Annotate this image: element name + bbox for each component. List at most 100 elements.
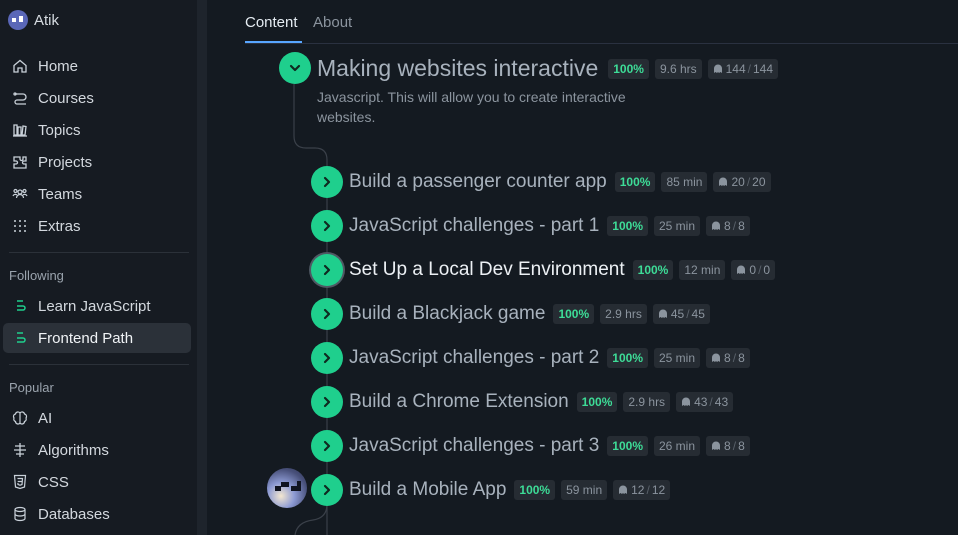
teacher-avatar bbox=[267, 468, 307, 508]
css-icon bbox=[12, 474, 28, 490]
nav-item-label: Home bbox=[38, 57, 79, 75]
main-content: Content About Making websites interactiv… bbox=[207, 0, 958, 535]
lessons-count-badge: 45/45 bbox=[652, 304, 710, 324]
nav-item-courses[interactable]: Courses bbox=[3, 83, 191, 113]
lesson-title[interactable]: JavaScript challenges - part 2 bbox=[349, 347, 599, 369]
lesson-title[interactable]: Set Up a Local Dev Environment bbox=[349, 259, 625, 281]
popular-item-databases[interactable]: Databases bbox=[3, 499, 191, 529]
lessons-count-badge: 20/20 bbox=[713, 172, 771, 192]
ghost-icon bbox=[712, 441, 721, 450]
nav-item-label: Extras bbox=[38, 217, 81, 235]
popular-item-algorithms[interactable]: Algorithms bbox=[3, 435, 191, 465]
sidebar: Atik Home Courses Topics Projects Teams … bbox=[0, 0, 197, 535]
following-item-learn-javascript[interactable]: Learn JavaScript bbox=[3, 291, 191, 321]
topics-icon bbox=[12, 122, 28, 138]
nav-item-extras[interactable]: Extras bbox=[3, 211, 191, 241]
popular-label: Popular bbox=[9, 380, 54, 395]
lesson-expand-button[interactable] bbox=[311, 474, 343, 506]
lesson-row-current: Set Up a Local Dev Environment 100% 12 m… bbox=[349, 256, 776, 284]
nav-item-label: AI bbox=[38, 409, 53, 427]
lesson-row: Build a Chrome Extension 100% 2.9 hrs 43… bbox=[349, 388, 734, 416]
user-avatar bbox=[8, 10, 28, 30]
ghost-icon bbox=[658, 309, 667, 318]
nav-item-label: Projects bbox=[38, 153, 93, 171]
ghost-icon bbox=[713, 64, 722, 73]
lesson-title[interactable]: Build a passenger counter app bbox=[349, 171, 607, 193]
nav-item-projects[interactable]: Projects bbox=[3, 147, 191, 177]
nav-item-teams[interactable]: Teams bbox=[3, 179, 191, 209]
chevron-right-icon bbox=[323, 440, 331, 452]
path-icon bbox=[12, 298, 28, 314]
database-icon bbox=[12, 506, 28, 522]
brain-icon bbox=[12, 410, 28, 426]
main-nav: Home Courses Topics Projects Teams Extra… bbox=[3, 51, 191, 243]
duration-badge: 9.6 hrs bbox=[654, 58, 702, 79]
nav-item-label: Courses bbox=[38, 89, 94, 107]
projects-icon bbox=[12, 154, 28, 170]
lessons-count-badge: 12/12 bbox=[613, 480, 671, 500]
ghost-icon bbox=[682, 397, 691, 406]
progress-badge: 100% bbox=[614, 172, 656, 192]
nav-item-label: Algorithms bbox=[38, 441, 109, 459]
path-icon bbox=[12, 330, 28, 346]
popular-item-css[interactable]: CSS bbox=[3, 467, 191, 497]
algorithms-icon bbox=[12, 442, 28, 458]
teams-icon bbox=[12, 186, 28, 202]
lesson-row: JavaScript challenges - part 1 100% 25 m… bbox=[349, 212, 750, 240]
user-menu[interactable]: Atik bbox=[8, 9, 59, 31]
chevron-right-icon bbox=[323, 396, 331, 408]
lessons-count-badge: 43/43 bbox=[676, 392, 734, 412]
lesson-row: JavaScript challenges - part 2 100% 25 m… bbox=[349, 344, 750, 372]
nav-item-topics[interactable]: Topics bbox=[3, 115, 191, 145]
extras-icon bbox=[12, 218, 28, 234]
lesson-expand-button[interactable] bbox=[311, 166, 343, 198]
nav-item-label: Frontend Path bbox=[38, 329, 134, 347]
nav-item-label: CSS bbox=[38, 473, 69, 491]
nav-item-label: Teams bbox=[38, 185, 83, 203]
ghost-icon bbox=[712, 221, 721, 230]
progress-badge: 100% bbox=[514, 480, 556, 500]
chevron-down-icon bbox=[289, 64, 301, 72]
popular-item-ai[interactable]: AI bbox=[3, 403, 191, 433]
lesson-title[interactable]: Build a Blackjack game bbox=[349, 303, 545, 325]
lessons-count-badge: 8/8 bbox=[706, 348, 750, 368]
lesson-expand-button[interactable] bbox=[311, 298, 343, 330]
module-description: Javascript. This will allow you to creat… bbox=[317, 89, 626, 125]
duration-badge: 59 min bbox=[561, 480, 608, 500]
nav-item-label: Databases bbox=[38, 505, 110, 523]
ghost-icon bbox=[712, 353, 721, 362]
lessons-count-badge: 8/8 bbox=[706, 216, 750, 236]
lessons-count-badge: 8/8 bbox=[706, 436, 750, 456]
sidebar-divider bbox=[9, 364, 189, 365]
lessons-count-badge: 0/0 bbox=[731, 260, 776, 280]
chevron-right-icon bbox=[323, 220, 331, 232]
ghost-icon bbox=[719, 177, 728, 186]
popular-nav: AI Algorithms CSS Databases bbox=[3, 403, 191, 531]
progress-badge: 100% bbox=[608, 58, 649, 79]
lesson-expand-button[interactable] bbox=[311, 386, 343, 418]
following-item-frontend-path[interactable]: Frontend Path bbox=[3, 323, 191, 353]
nav-item-home[interactable]: Home bbox=[3, 51, 191, 81]
lesson-expand-button[interactable] bbox=[311, 254, 343, 286]
lesson-title[interactable]: Build a Mobile App bbox=[349, 479, 506, 501]
sidebar-divider bbox=[9, 252, 189, 253]
lesson-row: Build a Blackjack game 100% 2.9 hrs 45/4… bbox=[349, 300, 710, 328]
home-icon bbox=[12, 58, 28, 74]
progress-badge: 100% bbox=[632, 260, 674, 280]
lesson-expand-button[interactable] bbox=[311, 210, 343, 242]
module-title: Making websites interactive bbox=[317, 55, 599, 81]
lesson-expand-button[interactable] bbox=[311, 430, 343, 462]
module-collapse-toggle[interactable] bbox=[279, 52, 311, 84]
duration-badge: 2.9 hrs bbox=[623, 392, 671, 412]
lesson-title[interactable]: JavaScript challenges - part 1 bbox=[349, 215, 599, 237]
chevron-right-icon bbox=[323, 484, 331, 496]
duration-badge: 25 min bbox=[654, 216, 701, 236]
duration-badge: 85 min bbox=[661, 172, 708, 192]
lesson-title[interactable]: JavaScript challenges - part 3 bbox=[349, 435, 599, 457]
lesson-title[interactable]: Build a Chrome Extension bbox=[349, 391, 569, 413]
sidebar-scroll-edge bbox=[197, 0, 207, 535]
lesson-expand-button[interactable] bbox=[311, 342, 343, 374]
following-label: Following bbox=[9, 268, 64, 283]
progress-badge: 100% bbox=[607, 348, 648, 368]
progress-badge: 100% bbox=[553, 304, 595, 324]
